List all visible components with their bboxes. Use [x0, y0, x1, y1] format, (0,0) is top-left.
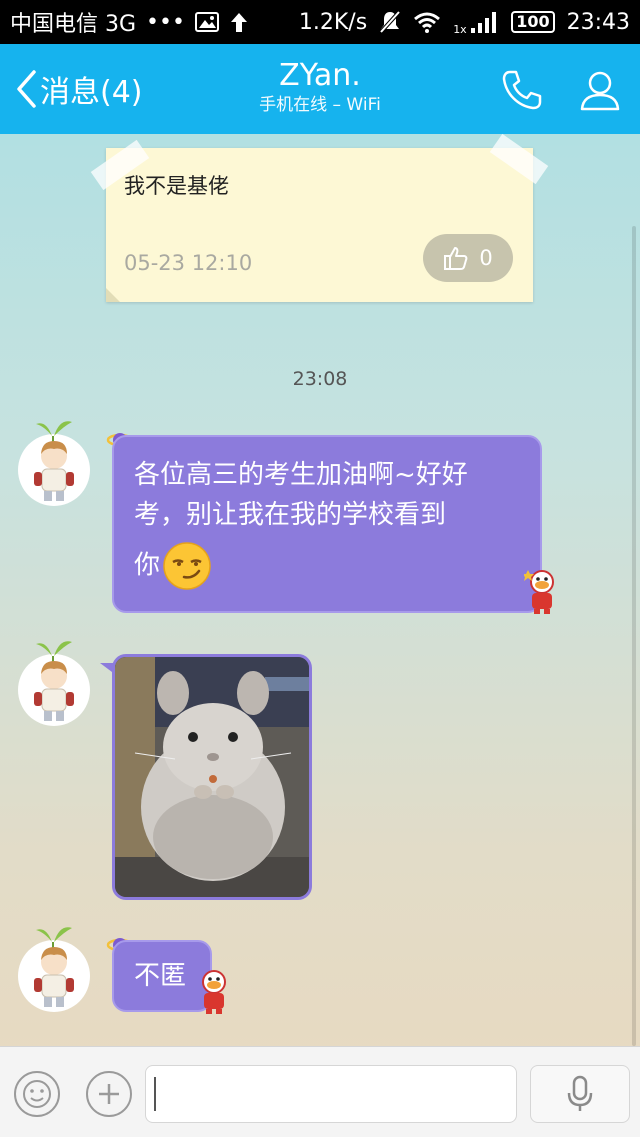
chevron-left-icon — [17, 70, 36, 108]
clock: 23:43 — [566, 9, 630, 35]
add-attachment-button[interactable] — [86, 1071, 132, 1117]
network-speed: 1.2K/s — [298, 9, 368, 35]
note-timestamp: 05-23 12:10 — [124, 251, 253, 275]
chat-header: 消息(4) ZYan. 手机在线 – WiFi — [0, 44, 640, 134]
plus-icon — [99, 1084, 119, 1104]
time-separator: 23:08 — [292, 368, 348, 390]
cartoon-boy-avatar-icon — [34, 421, 74, 501]
signal-label: 1x — [453, 23, 467, 36]
more-dots: ••• — [146, 9, 185, 35]
profile-button[interactable] — [576, 66, 624, 114]
upload-arrow-icon — [229, 11, 249, 33]
contact-avatar[interactable] — [18, 421, 90, 506]
person-icon — [580, 71, 620, 111]
back-button[interactable]: 消息(4) — [14, 66, 143, 112]
phone-icon — [502, 70, 542, 110]
mascot-sticker-icon — [522, 566, 560, 620]
like-button[interactable]: 0 — [423, 234, 513, 282]
battery-indicator: 100 — [511, 11, 555, 33]
message-text: 不匿 — [134, 961, 187, 991]
online-status: 手机在线 – WiFi — [259, 95, 381, 115]
microphone-icon — [567, 1075, 593, 1111]
input-bar — [0, 1046, 640, 1137]
cartoon-boy-avatar-icon — [34, 641, 74, 721]
message-bubble[interactable]: 各位高三的考生加油啊~好好 考，别让我在我的学校看到 你 — [112, 435, 542, 613]
conversation-title-block[interactable]: ZYan. 手机在线 – WiFi — [180, 58, 460, 116]
smiley-icon — [23, 1080, 51, 1108]
contact-avatar[interactable] — [18, 641, 90, 726]
contact-name: ZYan. — [279, 58, 361, 93]
image-message[interactable] — [112, 654, 312, 900]
tape-decoration — [489, 133, 549, 185]
back-label: 消息(4) — [40, 75, 143, 110]
call-button[interactable] — [498, 66, 546, 114]
page-fold-decoration — [106, 288, 120, 302]
note-text: 我不是基佬 — [124, 174, 229, 198]
mascot-sticker-icon — [196, 966, 232, 1020]
mute-icon — [379, 10, 401, 34]
voice-input-button[interactable] — [530, 1065, 630, 1123]
contact-avatar[interactable] — [18, 927, 90, 1012]
message-text-line: 考，别让我在我的学校看到 — [134, 500, 447, 530]
like-count: 0 — [479, 246, 493, 270]
text-cursor — [154, 1077, 156, 1111]
carrier-label: 中国电信 3G — [10, 12, 137, 37]
message-input[interactable] — [145, 1065, 517, 1123]
cartoon-boy-avatar-icon — [34, 927, 74, 1007]
message-text-line: 各位高三的考生加油啊~好好 — [134, 460, 468, 490]
thumbs-up-icon — [444, 247, 468, 270]
pinned-note-card[interactable]: 我不是基佬 05-23 12:10 0 — [90, 133, 549, 302]
signal-icon: 1x — [453, 8, 499, 36]
status-bar: 中国电信 3G ••• 1.2K/s 1x 100 23:43 — [0, 0, 640, 44]
scrollbar[interactable] — [632, 226, 636, 1046]
wifi-icon — [413, 11, 441, 33]
emoji-button[interactable] — [14, 1071, 60, 1117]
chinchilla-photo — [115, 657, 309, 897]
smirk-emoji-icon — [162, 541, 212, 591]
message-text-line: 你 — [134, 550, 161, 581]
image-icon — [194, 12, 219, 32]
